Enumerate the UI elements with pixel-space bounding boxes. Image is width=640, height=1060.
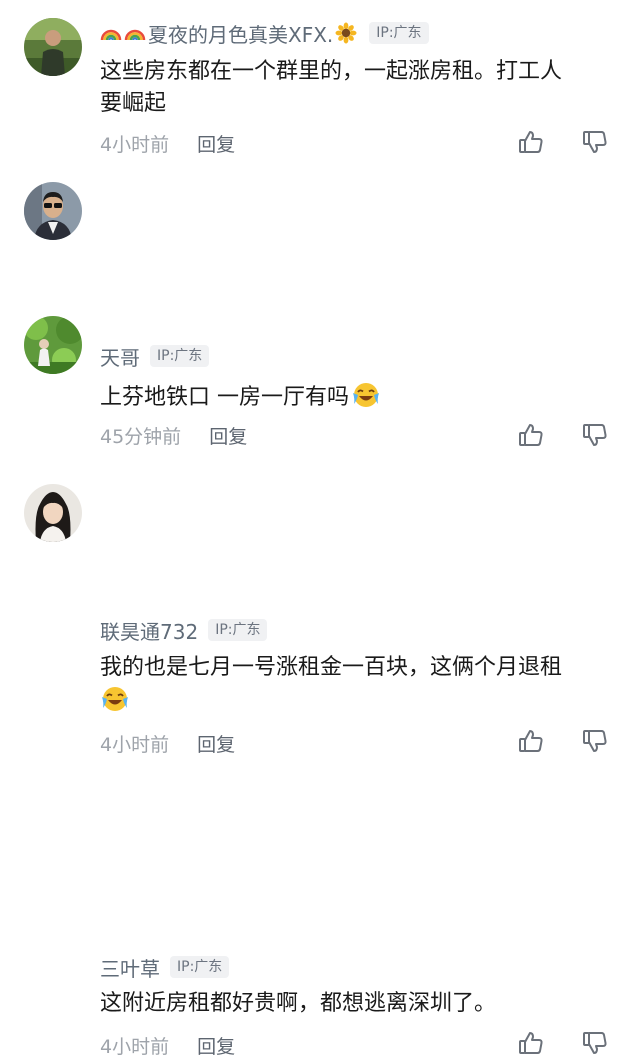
comment-text-content: 我的也是七月一号涨租金一百块，这俩个月退租 xyxy=(100,655,563,680)
timestamp: 4小时前 xyxy=(100,1036,170,1058)
avatar[interactable] xyxy=(24,182,82,240)
sunflower-emoji-icon xyxy=(335,22,357,44)
ip-location-badge: IP:广东 xyxy=(170,956,230,978)
thumbs-up-icon[interactable] xyxy=(518,728,544,754)
comment-text: 我的也是七月一号涨租金一百块，这俩个月退租 xyxy=(100,652,620,718)
avatar[interactable] xyxy=(24,316,82,374)
comment-text: 这附近房租都好贵啊，都想逃离深圳了。 xyxy=(100,988,620,1020)
username-row: 三叶草 IP:广东 xyxy=(100,953,230,982)
comment-item: 联昊通732 IP:广东 我的也是七月一号涨租金一百块，这俩个月退租 4小时前 … xyxy=(0,300,640,756)
reply-button[interactable]: 回复 xyxy=(197,130,235,157)
thumbs-up-icon[interactable] xyxy=(518,129,544,155)
username-row: 联昊通732 IP:广东 xyxy=(100,616,268,645)
comment-text: 这些房东都在一个群里的，一起涨房租。打工人 要崛起 xyxy=(100,56,620,120)
timestamp: 4小时前 xyxy=(100,734,170,756)
avatar[interactable] xyxy=(24,18,82,76)
avatar[interactable] xyxy=(24,484,82,542)
laughing-crying-emoji-icon xyxy=(100,684,130,714)
comment-meta: 4小时前 回复 xyxy=(100,730,235,757)
comment-meta: 4小时前 回复 xyxy=(100,1032,235,1059)
comment-text-line: 要崛起 xyxy=(100,91,167,116)
comment-meta: 4小时前 回复 xyxy=(100,130,235,157)
comment-text-line: 这些房东都在一个群里的，一起涨房租。打工人 xyxy=(100,59,563,84)
thumbs-down-icon[interactable] xyxy=(582,129,608,155)
username[interactable]: 联昊通732 xyxy=(100,616,198,645)
ip-location-badge: IP:广东 xyxy=(369,22,429,44)
comment-text-content: 这附近房租都好贵啊，都想逃离深圳了。 xyxy=(100,991,497,1016)
thumbs-down-icon[interactable] xyxy=(582,1030,608,1056)
username-row: 夏夜的月色真美XFX. IP:广东 xyxy=(100,19,429,48)
username[interactable]: 三叶草 xyxy=(100,953,160,982)
reply-button[interactable]: 回复 xyxy=(197,1032,235,1059)
ip-location-badge: IP:广东 xyxy=(208,619,268,641)
username[interactable]: 夏夜的月色真美XFX. xyxy=(148,19,333,48)
rainbow-emoji-icon xyxy=(100,22,122,44)
thumbs-down-icon[interactable] xyxy=(582,728,608,754)
thumbs-up-icon[interactable] xyxy=(518,1030,544,1056)
comment-item: 天哥 IP:广东 上芬地铁口 一房一厅有吗 45分钟前 回复 xyxy=(0,160,640,448)
comment-item: 三叶草 IP:广东 这附近房租都好贵啊，都想逃离深圳了。 4小时前 回复 xyxy=(0,470,640,1058)
timestamp: 4小时前 xyxy=(100,134,170,156)
reply-button[interactable]: 回复 xyxy=(197,730,235,757)
rainbow-emoji-icon xyxy=(124,22,146,44)
comment-item: 夏夜的月色真美XFX. IP:广东 这些房东都在一个群里的，一起涨房租。打工人 … xyxy=(0,0,640,160)
